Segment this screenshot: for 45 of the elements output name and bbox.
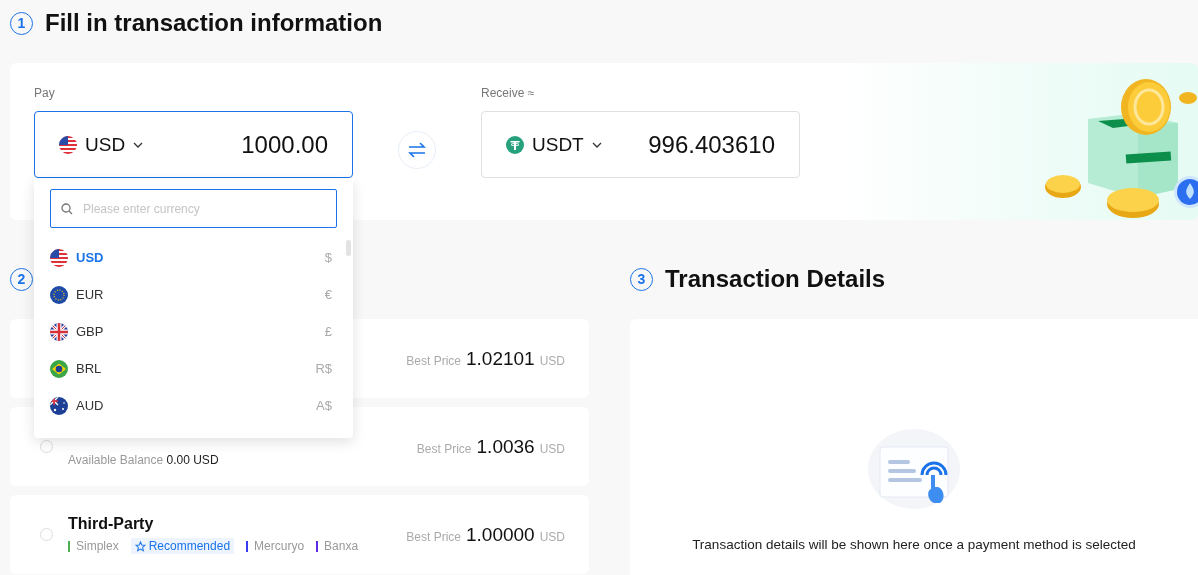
currency-option[interactable]: BRL R$ bbox=[34, 350, 353, 387]
price-label: Best Price bbox=[406, 529, 461, 544]
amount-field[interactable]: USDT 996.403610 bbox=[481, 111, 800, 178]
amount-field[interactable]: USD 1000.00 bbox=[34, 111, 353, 178]
currency-option[interactable]: EUR € bbox=[34, 276, 353, 313]
price-value: 1.0036 bbox=[476, 435, 535, 458]
currency-selector[interactable]: USDT bbox=[506, 133, 602, 156]
provider-name: Mercuryo bbox=[254, 539, 305, 553]
flag-icon bbox=[50, 285, 68, 304]
recommended-badge: Recommended bbox=[130, 538, 235, 554]
scrollbar-thumb[interactable] bbox=[346, 240, 351, 256]
price-value: 1.02101 bbox=[465, 347, 535, 370]
search-field[interactable]: Please enter currency bbox=[50, 189, 337, 228]
tether-icon bbox=[506, 135, 524, 154]
currency-option[interactable]: AUD A$ bbox=[34, 387, 353, 424]
provider-name: Simplex bbox=[76, 539, 119, 553]
currency-option[interactable]: USD $ bbox=[34, 239, 353, 276]
star-icon bbox=[134, 540, 146, 552]
swap-button[interactable] bbox=[398, 131, 436, 169]
price-label: Best Price bbox=[406, 353, 461, 368]
balance-text: Available Balance 0.00 USD bbox=[68, 452, 219, 467]
currency-selector[interactable]: USD bbox=[59, 133, 144, 156]
price-unit: USD bbox=[539, 441, 565, 456]
tap-card-icon bbox=[868, 429, 960, 509]
field-label: Pay bbox=[34, 86, 56, 100]
flag-icon bbox=[50, 248, 68, 267]
empty-message: Transaction details will be shown here once a payment method is selected bbox=[692, 537, 1136, 552]
field-label: Receive ≈ bbox=[481, 86, 536, 100]
section-title: Fill in transaction information bbox=[45, 9, 383, 37]
method-title: Third-Party bbox=[68, 515, 154, 533]
currency-option[interactable]: GBP £ bbox=[34, 313, 353, 350]
price-value: 1.00000 bbox=[465, 523, 535, 546]
flag-icon bbox=[50, 322, 68, 341]
swap-icon bbox=[408, 142, 426, 158]
section-title: Transaction Details bbox=[665, 265, 886, 293]
caret-icon bbox=[133, 141, 144, 148]
provider-name: Banxa bbox=[324, 539, 359, 553]
search-icon bbox=[61, 203, 73, 215]
flag-icon bbox=[50, 396, 68, 415]
price-label: Best Price bbox=[416, 441, 472, 456]
flag-icon bbox=[59, 135, 77, 154]
caret-icon bbox=[591, 141, 602, 148]
price-unit: USD bbox=[539, 529, 565, 544]
flag-icon bbox=[50, 359, 68, 378]
price-unit: USD bbox=[539, 353, 565, 368]
